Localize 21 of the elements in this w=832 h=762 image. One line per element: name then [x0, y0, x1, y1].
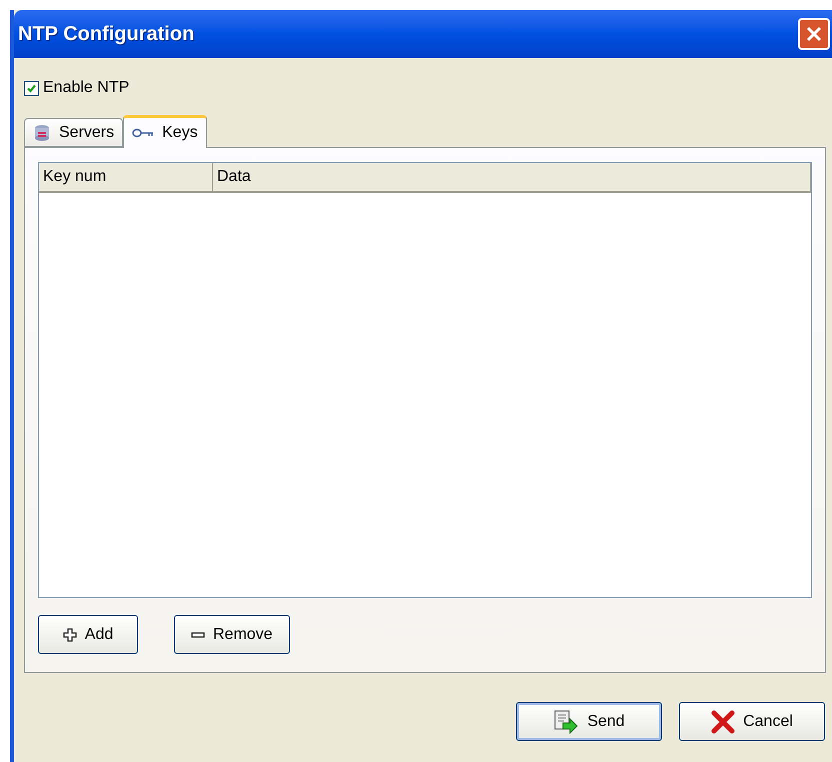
column-header[interactable]: Key num [39, 163, 213, 191]
remove-button[interactable]: Remove [174, 615, 290, 654]
send-document-icon [553, 710, 580, 734]
cancel-button[interactable]: Cancel [679, 702, 825, 741]
tab[interactable]: Keys [123, 115, 207, 148]
plus-icon [62, 628, 77, 642]
checkbox-label: Enable NTP [43, 78, 130, 98]
checkbox[interactable] [24, 80, 39, 96]
add-button[interactable]: Add [38, 615, 138, 654]
tab[interactable]: Servers [24, 118, 124, 147]
column-header[interactable]: Data [213, 163, 811, 191]
window-title: NTP Configuration [18, 22, 194, 47]
cancel-x-icon [711, 710, 736, 734]
database-icon [33, 124, 51, 142]
key-icon [132, 128, 154, 138]
send-button[interactable]: Send [516, 702, 662, 741]
minus-icon [191, 632, 205, 638]
close-icon [805, 25, 823, 43]
check-icon [26, 82, 37, 94]
enable-checkbox-row[interactable]: Enable NTP [24, 78, 826, 98]
close-button[interactable] [798, 18, 830, 50]
